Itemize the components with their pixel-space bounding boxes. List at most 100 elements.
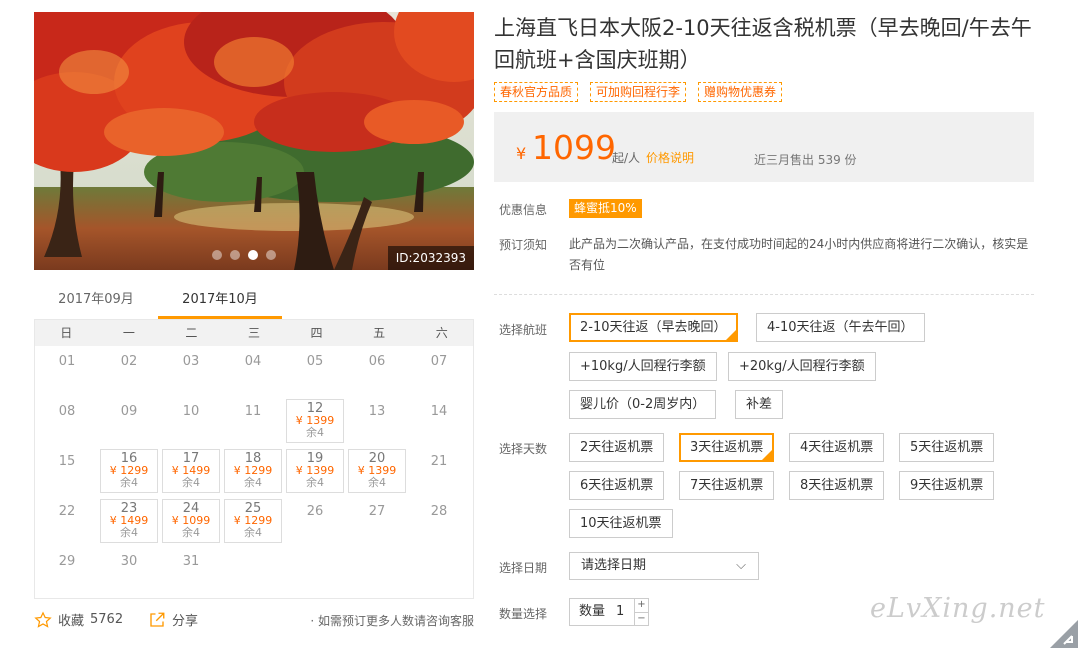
calendar-day: 14	[408, 396, 470, 446]
carousel-dot[interactable]	[266, 250, 276, 260]
photo-id-label: ID:2032393	[387, 246, 474, 270]
flight-option-label: 婴儿价（0-2周岁内）	[580, 397, 706, 412]
product-tag: 春秋官方品质	[494, 82, 579, 102]
calendar-day: 06	[346, 346, 408, 396]
flight-option-label: +10kg/人回程行李额	[580, 359, 706, 374]
weekday-label: 日	[60, 326, 73, 340]
calendar-day-available[interactable]: 12 ¥ 1399 余4	[286, 399, 344, 443]
carousel-dot[interactable]	[230, 250, 240, 260]
calendar-day-number: 04	[244, 354, 262, 369]
days-option[interactable]: 9天往返机票	[899, 471, 995, 500]
weekday-label: 四	[310, 326, 323, 340]
calendar-day-number: 13	[368, 404, 386, 419]
calendar-day-number: 03	[182, 354, 200, 369]
days-option[interactable]: 5天往返机票	[899, 433, 995, 462]
date-label: 选择日期	[499, 561, 548, 575]
calendar-day: 30	[98, 546, 160, 596]
calendar-day-available[interactable]: 24 ¥ 1099 余4	[162, 499, 220, 543]
weekday-label: 五	[373, 326, 386, 340]
quantity-decrease-button[interactable]: −	[635, 612, 648, 625]
days-option[interactable]: 8天往返机票	[789, 471, 885, 500]
days-option[interactable]: 2天往返机票	[569, 433, 665, 462]
flight-option-label: 2-10天往返（早去晚回）	[580, 320, 727, 335]
flight-option[interactable]: 4-10天往返（午去午回）	[756, 313, 925, 342]
quantity-value[interactable]: 1	[616, 599, 624, 625]
product-photo[interactable]: ID:2032393	[34, 12, 474, 270]
flight-option[interactable]: +20kg/人回程行李额	[728, 352, 876, 381]
favorite-button[interactable]: 收藏 5762	[34, 610, 123, 629]
calendar-day: 26	[284, 496, 346, 546]
calendar-day: 31	[160, 546, 222, 596]
calendar-day: 03	[160, 346, 222, 396]
section-divider	[494, 294, 1034, 295]
price-explanation-link[interactable]: 价格说明	[646, 149, 694, 166]
tab-month-prev[interactable]: 2017年09月	[34, 288, 158, 319]
days-option-selected[interactable]: 3天往返机票 ✓	[679, 433, 775, 462]
favorite-label: 收藏	[58, 614, 85, 629]
check-icon: ✓	[765, 446, 773, 455]
calendar-day-remaining: 余4	[120, 476, 138, 489]
check-icon: ✓	[728, 326, 736, 335]
price-currency: ¥	[516, 144, 527, 163]
weekday-label: 六	[435, 326, 448, 340]
days-option[interactable]: 10天往返机票	[569, 509, 673, 538]
calendar-day-number: 21	[430, 454, 448, 469]
site-watermark: eLvXing.net	[870, 593, 1046, 624]
calendar-day-available[interactable]: 19 ¥ 1399 余4	[286, 449, 344, 493]
days-option-label: 8天往返机票	[800, 478, 874, 493]
calendar-day-available[interactable]: 25 ¥ 1299 余4	[224, 499, 282, 543]
calendar-day: 27	[346, 496, 408, 546]
flight-option-label: 补差	[746, 397, 773, 412]
carousel-dot[interactable]	[212, 250, 222, 260]
calendar-day-number: 05	[306, 354, 324, 369]
calendar-day: 01	[36, 346, 98, 396]
flight-option[interactable]: +10kg/人回程行李额	[569, 352, 717, 381]
calendar-day: 02	[98, 346, 160, 396]
calendar-day: 15	[36, 446, 98, 496]
calendar-day-available[interactable]: 17 ¥ 1499 余4	[162, 449, 220, 493]
calendar-day-available[interactable]: 20 ¥ 1399 余4	[348, 449, 406, 493]
share-button[interactable]: 分享	[148, 610, 198, 629]
calendar-day-available[interactable]: 18 ¥ 1299 余4	[224, 449, 282, 493]
flight-option[interactable]: 婴儿价（0-2周岁内）	[569, 390, 717, 419]
calendar-day-available[interactable]: 23 ¥ 1499 余4	[100, 499, 158, 543]
flight-option[interactable]: 补差	[735, 390, 784, 419]
calendar-day-number: 15	[58, 454, 76, 469]
calendar-day: 28	[408, 496, 470, 546]
consult-note: · 如需预订更多人数请咨询客服	[310, 614, 474, 628]
carousel-dot-active[interactable]	[248, 250, 258, 260]
calendar-day: 05	[284, 346, 346, 396]
calendar-day: 29	[36, 546, 98, 596]
flight-label: 选择航班	[499, 323, 548, 337]
calendar-day-number: 26	[306, 504, 324, 519]
calendar-days: 01 02 03 04 05 06 07 08 09 10 11 12 ¥ 1399 余4 13 14 15 16…	[35, 346, 473, 596]
price-calendar: 日 一 二 三 四 五 六 01 02 03 04 05 06 07 08 09 10 11 12 ¥ …	[34, 319, 474, 599]
quantity-increase-button[interactable]: +	[635, 599, 648, 612]
share-icon	[150, 612, 165, 627]
product-tags: 春秋官方品质 可加购回程行李 赠购物优惠券	[494, 82, 783, 102]
calendar-day-available[interactable]: 16 ¥ 1299 余4	[100, 449, 158, 493]
days-option[interactable]: 6天往返机票	[569, 471, 665, 500]
days-option[interactable]: 7天往返机票	[679, 471, 775, 500]
flight-option-selected[interactable]: 2-10天往返（早去晚回） ✓	[569, 313, 738, 342]
calendar-day-number: 09	[120, 404, 138, 419]
calendar-day-remaining: 余4	[306, 426, 324, 439]
calendar-day-number: 08	[58, 404, 76, 419]
calendar-day-number: 01	[58, 354, 76, 369]
calendar-day-number: 28	[430, 504, 448, 519]
tab-month-current[interactable]: 2017年10月	[158, 288, 282, 319]
days-option-label: 5天往返机票	[910, 440, 984, 455]
days-option-label: 3天往返机票	[690, 440, 764, 455]
calendar-day: 09	[98, 396, 160, 446]
booking-notice: 此产品为二次确认产品，在支付成功时间起的24小时内供应商将进行二次确认，核实是否…	[569, 237, 1029, 272]
calendar-day-number: 22	[58, 504, 76, 519]
calendar-day-number: 27	[368, 504, 386, 519]
days-label: 选择天数	[499, 442, 548, 456]
product-tag: 赠购物优惠券	[698, 82, 783, 102]
days-option[interactable]: 4天往返机票	[789, 433, 885, 462]
calendar-day-remaining: 余4	[182, 476, 200, 489]
notice-label: 预订须知	[499, 238, 548, 252]
date-dropdown[interactable]: 请选择日期 ⌵	[569, 552, 759, 580]
product-tag: 可加购回程行李	[590, 82, 687, 102]
calendar-day: 10	[160, 396, 222, 446]
